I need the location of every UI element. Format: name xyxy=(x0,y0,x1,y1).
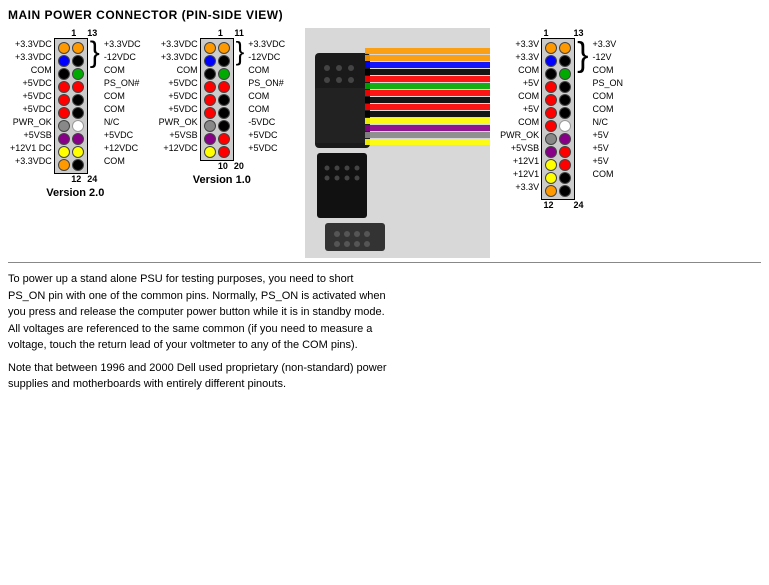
pin xyxy=(218,146,230,158)
pin xyxy=(58,42,70,54)
pin xyxy=(58,146,70,158)
pin xyxy=(218,68,230,80)
pin xyxy=(559,133,571,145)
pin xyxy=(58,55,70,67)
pin xyxy=(545,94,557,106)
v10-right-labels: +3.3VDC -12VDC COM PS_ON# COM COM -5VDC … xyxy=(246,38,287,155)
right-pins xyxy=(541,38,575,200)
pin xyxy=(204,55,216,67)
pin xyxy=(204,120,216,132)
v20-right-labels: +3.3VDC -12VDC COM PS_ON# COM COM N/C +5… xyxy=(102,38,143,168)
content-row: 1 13 +3.3VDC +3.3VDC COM +5VDC +5VDC +5V… xyxy=(8,28,761,258)
pin xyxy=(218,55,230,67)
v10-col2 xyxy=(218,41,230,158)
pin xyxy=(204,42,216,54)
pin xyxy=(218,81,230,93)
pin xyxy=(72,68,84,80)
pin xyxy=(58,107,70,119)
pin xyxy=(58,159,70,171)
pin xyxy=(218,107,230,119)
pin xyxy=(204,133,216,145)
v20-body: +3.3VDC +3.3VDC COM +5VDC +5VDC +5VDC PW… xyxy=(8,38,143,174)
right-col2 xyxy=(559,41,571,197)
pin xyxy=(545,81,557,93)
diagram-v10: 1 11 +3.3VDC +3.3VDC COM +5VDC +5VDC +5V… xyxy=(157,28,287,186)
pin xyxy=(559,185,571,197)
v20-left-labels: +3.3VDC +3.3VDC COM +5VDC +5VDC +5VDC PW… xyxy=(8,38,54,168)
pin xyxy=(72,81,84,93)
pin xyxy=(58,68,70,80)
pin xyxy=(545,172,557,184)
pin xyxy=(559,42,571,54)
v20-pins xyxy=(54,38,88,174)
pin xyxy=(559,146,571,158)
pin xyxy=(72,120,84,132)
pin xyxy=(204,68,216,80)
paragraph1: To power up a stand alone PSU for testin… xyxy=(8,271,388,354)
pin xyxy=(545,55,557,67)
v10-label: Version 1.0 xyxy=(193,174,251,186)
divider xyxy=(8,262,761,263)
pin xyxy=(559,107,571,119)
v10-pins xyxy=(200,38,234,161)
v20-bottom-nums: 12 24 xyxy=(49,174,101,184)
paragraph2: Note that between 1996 and 2000 Dell use… xyxy=(8,360,388,393)
pin xyxy=(218,42,230,54)
pin xyxy=(545,107,557,119)
v20-col1 xyxy=(58,41,70,171)
pin xyxy=(559,94,571,106)
pin xyxy=(545,68,557,80)
text-section: To power up a stand alone PSU for testin… xyxy=(8,271,388,393)
right-left-labels: +3.3V +3.3V COM +5V COM +5V COM PWR_OK +… xyxy=(498,38,541,194)
right-bottom-nums: 12 24 xyxy=(536,200,588,210)
connector-photo xyxy=(305,28,490,258)
v10-bottom-nums: 10 20 xyxy=(196,161,248,171)
pin xyxy=(58,133,70,145)
right-col1 xyxy=(545,41,557,197)
pin xyxy=(72,42,84,54)
v10-body: +3.3VDC +3.3VDC COM +5VDC +5VDC +5VDC PW… xyxy=(157,38,287,161)
right-body: +3.3V +3.3V COM +5V COM +5V COM PWR_OK +… xyxy=(498,38,625,200)
pin xyxy=(204,146,216,158)
v20-col2 xyxy=(72,41,84,171)
v10-col1 xyxy=(204,41,216,158)
pin xyxy=(545,159,557,171)
pin xyxy=(204,81,216,93)
main-container: MAIN POWER CONNECTOR (PIN-SIDE VIEW) 1 1… xyxy=(0,0,769,585)
pin xyxy=(58,94,70,106)
pin xyxy=(559,172,571,184)
pin xyxy=(559,159,571,171)
pin xyxy=(218,133,230,145)
pin xyxy=(545,42,557,54)
pin xyxy=(545,133,557,145)
pin xyxy=(559,55,571,67)
pin xyxy=(72,107,84,119)
connector-svg xyxy=(305,28,490,258)
pin xyxy=(559,120,571,132)
pin xyxy=(58,120,70,132)
diagram-right: 1 13 +3.3V +3.3V COM +5V COM +5V COM PWR… xyxy=(498,28,625,210)
pin xyxy=(218,94,230,106)
pin xyxy=(204,94,216,106)
pin xyxy=(72,55,84,67)
pin xyxy=(559,68,571,80)
pin xyxy=(204,107,216,119)
pin xyxy=(218,120,230,132)
pin xyxy=(545,146,557,158)
v20-label: Version 2.0 xyxy=(46,187,104,199)
pin xyxy=(545,120,557,132)
pin xyxy=(72,159,84,171)
diagram-v20: 1 13 +3.3VDC +3.3VDC COM +5VDC +5VDC +5V… xyxy=(8,28,143,199)
pin xyxy=(545,185,557,197)
pin xyxy=(559,81,571,93)
pin xyxy=(72,133,84,145)
v10-left-labels: +3.3VDC +3.3VDC COM +5VDC +5VDC +5VDC PW… xyxy=(157,38,200,155)
pin xyxy=(72,94,84,106)
pin xyxy=(72,146,84,158)
pin xyxy=(58,81,70,93)
page-title: MAIN POWER CONNECTOR (PIN-SIDE VIEW) xyxy=(8,8,761,22)
right-right-labels: +3.3V -12V COM PS_ON COM COM N/C +5V +5V… xyxy=(590,38,625,194)
